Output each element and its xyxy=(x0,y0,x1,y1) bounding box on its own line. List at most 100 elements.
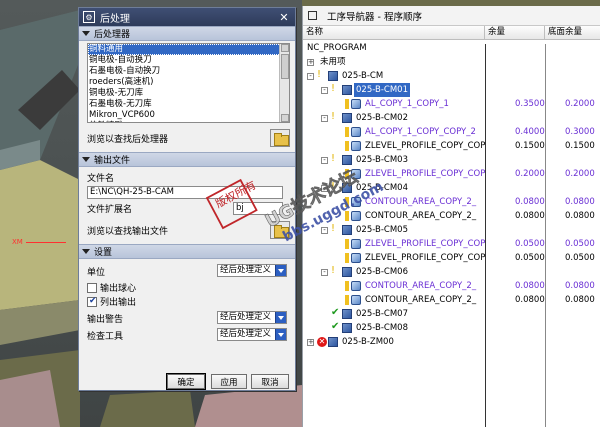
postprocessor-list-item[interactable]: 石墨电极-无刀库 xyxy=(88,99,289,110)
browse-postprocessor-button[interactable] xyxy=(270,129,290,147)
tree-root[interactable]: NC_PROGRAM xyxy=(303,41,599,55)
postprocessor-list-item[interactable]: roeders(高速机) xyxy=(88,77,289,88)
status-bar-icon xyxy=(345,281,349,291)
section-title: 输出文件 xyxy=(94,156,131,166)
tree-row-name: ZLEVEL_PROFILE_COPY_COP xyxy=(365,141,486,151)
unit-select[interactable]: 经后处理定义 xyxy=(217,264,287,277)
stock-value: 0.0800 xyxy=(515,295,545,305)
chevron-down-icon[interactable] xyxy=(275,312,286,323)
tree-row-name: CONTOUR_AREA_COPY_2_ xyxy=(365,295,477,305)
tree-row[interactable]: -! 025-B-CM02 xyxy=(303,111,599,125)
stock-value: 0.0500 xyxy=(515,253,545,263)
list-scrollbar[interactable] xyxy=(279,44,289,122)
stock-value: 0.4000 xyxy=(515,127,545,137)
program-group-icon xyxy=(342,267,352,277)
floor-stock-value: 0.0500 xyxy=(565,253,595,263)
flag-icon: ! xyxy=(317,69,322,80)
tree-row-name: 025-B-CM01 xyxy=(354,83,410,97)
section-postprocessor[interactable]: 后处理器 xyxy=(79,26,295,41)
tree-row-name: CONTOUR_AREA_COPY_2_ xyxy=(365,281,477,291)
expand-icon[interactable]: + xyxy=(307,59,314,66)
status-bar-icon xyxy=(345,141,349,151)
column-header-floor-stock[interactable]: 底面余量 xyxy=(545,26,599,39)
list-output-checkbox[interactable] xyxy=(87,296,97,307)
collapse-icon[interactable] xyxy=(82,249,90,254)
inspect-tool-label: 检查工具 xyxy=(87,332,124,342)
dialog-titlebar[interactable]: ⚙ 后处理 ✕ xyxy=(79,8,295,26)
stock-value: 0.2000 xyxy=(515,169,545,179)
tree-row[interactable]: AL_COPY_1_COPY_COPY_2 0.4000 0.3000 xyxy=(303,125,599,139)
program-group-icon xyxy=(328,71,338,81)
postprocessor-list-item[interactable]: 铜电极-自动换刀 xyxy=(88,55,289,66)
collapse-icon[interactable]: - xyxy=(321,269,328,276)
tree-row[interactable]: -! 025-B-CM03 xyxy=(303,153,599,167)
file-name-label: 文件名 xyxy=(87,174,115,184)
tree-row[interactable]: -! 025-B-CM06 xyxy=(303,265,599,279)
tree-row[interactable]: + 未用项 xyxy=(303,55,599,69)
postprocessor-list-item[interactable]: Mikron_VCP600 xyxy=(88,110,289,121)
operation-icon xyxy=(351,295,361,305)
tree-row[interactable]: -! 025-B-CM01 xyxy=(303,83,599,97)
expand-icon[interactable]: + xyxy=(307,339,314,346)
chevron-down-icon[interactable] xyxy=(275,329,286,340)
postprocessor-list-item[interactable]: 石墨电极-自动换刀 xyxy=(88,66,289,77)
collapse-icon[interactable]: - xyxy=(321,157,328,164)
stock-value: 0.0800 xyxy=(515,211,545,221)
browse-postprocessor-label: 浏览以查找后处理器 xyxy=(87,134,169,145)
program-group-icon xyxy=(342,309,352,319)
collapse-icon[interactable] xyxy=(82,157,90,162)
gear-icon[interactable]: ⚙ xyxy=(83,11,95,23)
scroll-thumb[interactable] xyxy=(281,54,289,79)
tree-row[interactable]: CONTOUR_AREA_COPY_2_ 0.0800 0.0800 xyxy=(303,293,599,307)
collapse-icon[interactable]: - xyxy=(321,87,328,94)
tree-row-name: 025-B-ZM00 xyxy=(342,337,394,347)
collapse-icon[interactable]: - xyxy=(321,115,328,122)
tree-row[interactable]: AL_COPY_1_COPY_1 0.3500 0.2000 xyxy=(303,97,599,111)
collapse-icon[interactable]: - xyxy=(307,73,314,80)
floor-stock-value: 0.2000 xyxy=(565,169,595,179)
floor-stock-value: 0.2000 xyxy=(565,99,595,109)
postprocessor-list-item[interactable]: 铜料通用 xyxy=(88,44,289,55)
tree-row[interactable]: ✔ 025-B-CM08 xyxy=(303,321,599,335)
column-header-name[interactable]: 名称 xyxy=(303,26,485,39)
tree-row[interactable]: ✔ 025-B-CM07 xyxy=(303,307,599,321)
collapse-icon[interactable] xyxy=(82,31,90,36)
tree-row[interactable]: + ✕ 025-B-ZM00 xyxy=(303,335,599,349)
inspect-tool-select[interactable]: 经后处理定义 xyxy=(217,328,287,341)
output-ball-center-label: 输出球心 xyxy=(100,284,137,294)
chevron-down-icon[interactable] xyxy=(275,265,286,276)
floor-stock-value: 0.1500 xyxy=(565,141,595,151)
postprocessor-list[interactable]: 铜料通用 铜电极-自动换刀 石墨电极-自动换刀 roeders(高速机) 铜电极-无刀库… xyxy=(87,43,290,123)
scroll-down-icon[interactable] xyxy=(281,114,289,122)
column-divider xyxy=(485,44,486,427)
operation-icon xyxy=(351,141,361,151)
tree-row[interactable]: ZLEVEL_PROFILE_COPY_COP 0.1500 0.1500 xyxy=(303,139,599,153)
operation-icon xyxy=(351,99,361,109)
postprocessor-list-item[interactable]: 佳铁精雕 xyxy=(88,121,289,122)
tree-row[interactable]: -! 025-B-CM xyxy=(303,69,599,83)
tree-row-name: 025-B-CM07 xyxy=(356,309,408,319)
cancel-button[interactable]: 取消 xyxy=(251,374,289,389)
output-ball-center-checkbox[interactable] xyxy=(87,282,97,293)
pin-icon[interactable] xyxy=(308,11,317,20)
ok-button[interactable]: 确定 xyxy=(166,373,206,390)
unit-select-value: 经后处理定义 xyxy=(220,265,272,275)
tree-row[interactable]: CONTOUR_AREA_COPY_2_ 0.0800 0.0800 xyxy=(303,279,599,293)
check-icon: ✔ xyxy=(331,321,340,332)
close-icon[interactable]: ✕ xyxy=(277,10,291,24)
stock-value: 0.0500 xyxy=(515,239,545,249)
scroll-up-icon[interactable] xyxy=(281,44,289,52)
navigator-titlebar: 工序导航器 - 程序顺序 xyxy=(303,6,600,26)
status-bar-icon xyxy=(345,295,349,305)
section-title: 后处理器 xyxy=(94,30,131,40)
section-output-file[interactable]: 输出文件 xyxy=(79,152,295,167)
tree-row-name: 025-B-CM02 xyxy=(356,113,408,123)
apply-button[interactable]: 应用 xyxy=(211,374,247,389)
flag-icon: ! xyxy=(331,111,336,122)
floor-stock-value: 0.3000 xyxy=(565,127,595,137)
column-header-stock[interactable]: 余量 xyxy=(485,26,545,39)
error-icon: ✕ xyxy=(317,337,327,347)
output-warning-select[interactable]: 经后处理定义 xyxy=(217,311,287,324)
program-group-icon xyxy=(342,323,352,333)
postprocessor-list-item[interactable]: 铜电极-无刀库 xyxy=(88,88,289,99)
